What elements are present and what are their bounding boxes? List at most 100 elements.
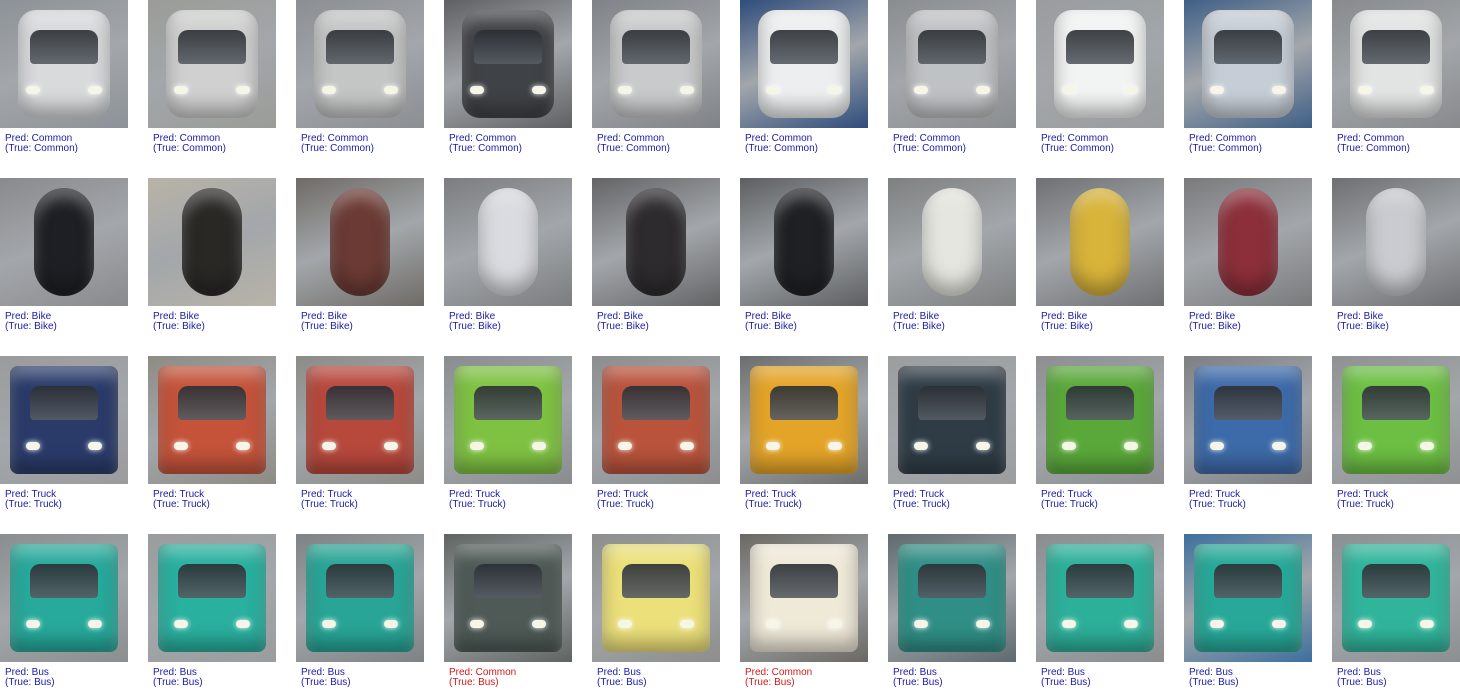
headlight [174,442,188,450]
prediction-label: Pred: Bike (True: Bike) [1189,312,1241,332]
true-class: (True: Common) [5,143,78,154]
prediction-label: Pred: Common (True: Common) [1337,134,1410,154]
windshield [474,564,542,598]
prediction-label: Pred: Bike (True: Bike) [5,312,57,332]
true-class: (True: Bus) [745,677,795,688]
true-class: (True: Truck) [153,499,210,510]
headlight [26,86,40,94]
headlight [1124,442,1138,450]
windshield [1214,564,1282,598]
vehicle-body [1202,10,1294,118]
windshield [326,30,394,64]
true-class: (True: Bike) [745,321,797,332]
prediction-label: Pred: Common (True: Common) [893,134,966,154]
vehicle-photo [0,178,128,306]
headlight [1210,86,1224,94]
headlight [766,86,780,94]
vehicle-body [1366,188,1426,296]
headlight [1062,86,1076,94]
headlight [1210,620,1224,628]
sample-cell-truck: Pred: Truck (True: Truck) [296,356,424,516]
sample-cell-common: Pred: Common (True: Common) [296,0,424,160]
true-class: (True: Truck) [5,499,62,510]
vehicle-photo [1036,356,1164,484]
prediction-label: Pred: Common (True: Common) [449,134,522,154]
vehicle-body [1342,366,1450,474]
prediction-label: Pred: Bike (True: Bike) [301,312,353,332]
windshield [1066,386,1134,420]
headlight [618,86,632,94]
vehicle-body [1054,10,1146,118]
true-class: (True: Truck) [893,499,950,510]
true-class: (True: Bike) [1189,321,1241,332]
headlight [1272,620,1286,628]
headlight [26,620,40,628]
true-class: (True: Truck) [1189,499,1246,510]
headlight [236,442,250,450]
sample-cell-bus: Pred: Bus (True: Bus) [1332,534,1460,694]
sample-cell-common: Pred: Common (True: Common) [592,0,720,160]
sample-cell-bike: Pred: Bike (True: Bike) [1036,178,1164,338]
sample-cell-common: Pred: Common (True: Common) [1036,0,1164,160]
windshield [326,386,394,420]
headlight [1210,442,1224,450]
sample-cell-bike: Pred: Bike (True: Bike) [1184,178,1312,338]
headlight [174,620,188,628]
prediction-label: Pred: Truck (True: Truck) [1337,490,1394,510]
vehicle-photo [740,0,868,128]
sample-cell-bus: Pred: Bus (True: Bus) [148,534,276,694]
headlight [384,442,398,450]
true-class: (True: Bike) [1337,321,1389,332]
vehicle-photo [0,534,128,662]
sample-cell-bike: Pred: Bike (True: Bike) [296,178,424,338]
sample-cell-bus: Pred: Bus (True: Bus) [1036,534,1164,694]
prediction-label: Pred: Truck (True: Truck) [1041,490,1098,510]
headlight [322,442,336,450]
prediction-grid: Pred: Common (True: Common) Pred: Common (T… [0,0,1460,692]
headlight [1420,86,1434,94]
windshield [1362,30,1430,64]
prediction-label: Pred: Common (True: Common) [1041,134,1114,154]
vehicle-photo [888,178,1016,306]
headlight [26,442,40,450]
windshield [1066,30,1134,64]
headlight [1062,620,1076,628]
vehicle-photo [1036,178,1164,306]
sample-cell-common: Pred: Common (True: Common) [148,0,276,160]
prediction-label: Pred: Truck (True: Truck) [301,490,358,510]
vehicle-photo [444,356,572,484]
sample-cell-bus: Pred: Common (True: Bus) [444,534,572,694]
prediction-label: Pred: Bus (True: Bus) [5,668,55,688]
windshield [178,564,246,598]
sample-cell-bike: Pred: Bike (True: Bike) [444,178,572,338]
headlight [976,86,990,94]
windshield [474,386,542,420]
headlight [174,86,188,94]
sample-cell-common: Pred: Common (True: Common) [444,0,572,160]
sample-cell-bus: Pred: Bus (True: Bus) [0,534,128,694]
true-class: (True: Bus) [1041,677,1091,688]
prediction-label: Pred: Bus (True: Bus) [893,668,943,688]
sample-cell-bike: Pred: Bike (True: Bike) [888,178,1016,338]
headlight [1358,620,1372,628]
vehicle-body [314,10,406,118]
vehicle-body [750,544,858,652]
true-class: (True: Common) [153,143,226,154]
sample-cell-truck: Pred: Truck (True: Truck) [1184,356,1312,516]
true-class: (True: Bike) [301,321,353,332]
prediction-label: Pred: Truck (True: Truck) [1189,490,1246,510]
vehicle-photo [592,178,720,306]
sample-cell-common: Pred: Common (True: Common) [1332,0,1460,160]
headlight [828,442,842,450]
prediction-label: Pred: Common (True: Bus) [745,668,812,688]
vehicle-body [626,188,686,296]
vehicle-photo [1332,356,1460,484]
vehicle-body [774,188,834,296]
sample-cell-truck: Pred: Truck (True: Truck) [888,356,1016,516]
true-class: (True: Common) [1041,143,1114,154]
vehicle-body [602,544,710,652]
windshield [178,386,246,420]
vehicle-body [306,544,414,652]
windshield [30,386,98,420]
windshield [622,30,690,64]
